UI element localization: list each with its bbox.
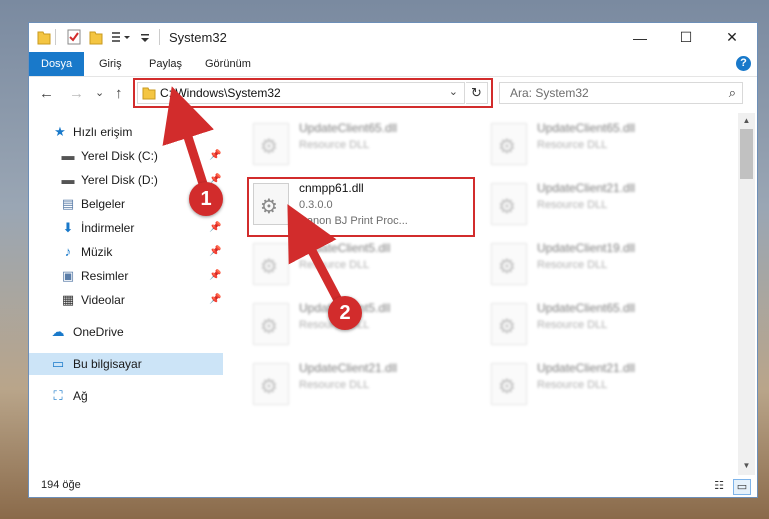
callout-1: 1 bbox=[189, 182, 223, 216]
arrow-to-file bbox=[287, 204, 344, 307]
callout-2: 2 bbox=[328, 296, 362, 330]
annotation-arrows bbox=[162, 86, 344, 307]
arrow-to-address-bar bbox=[162, 86, 214, 192]
